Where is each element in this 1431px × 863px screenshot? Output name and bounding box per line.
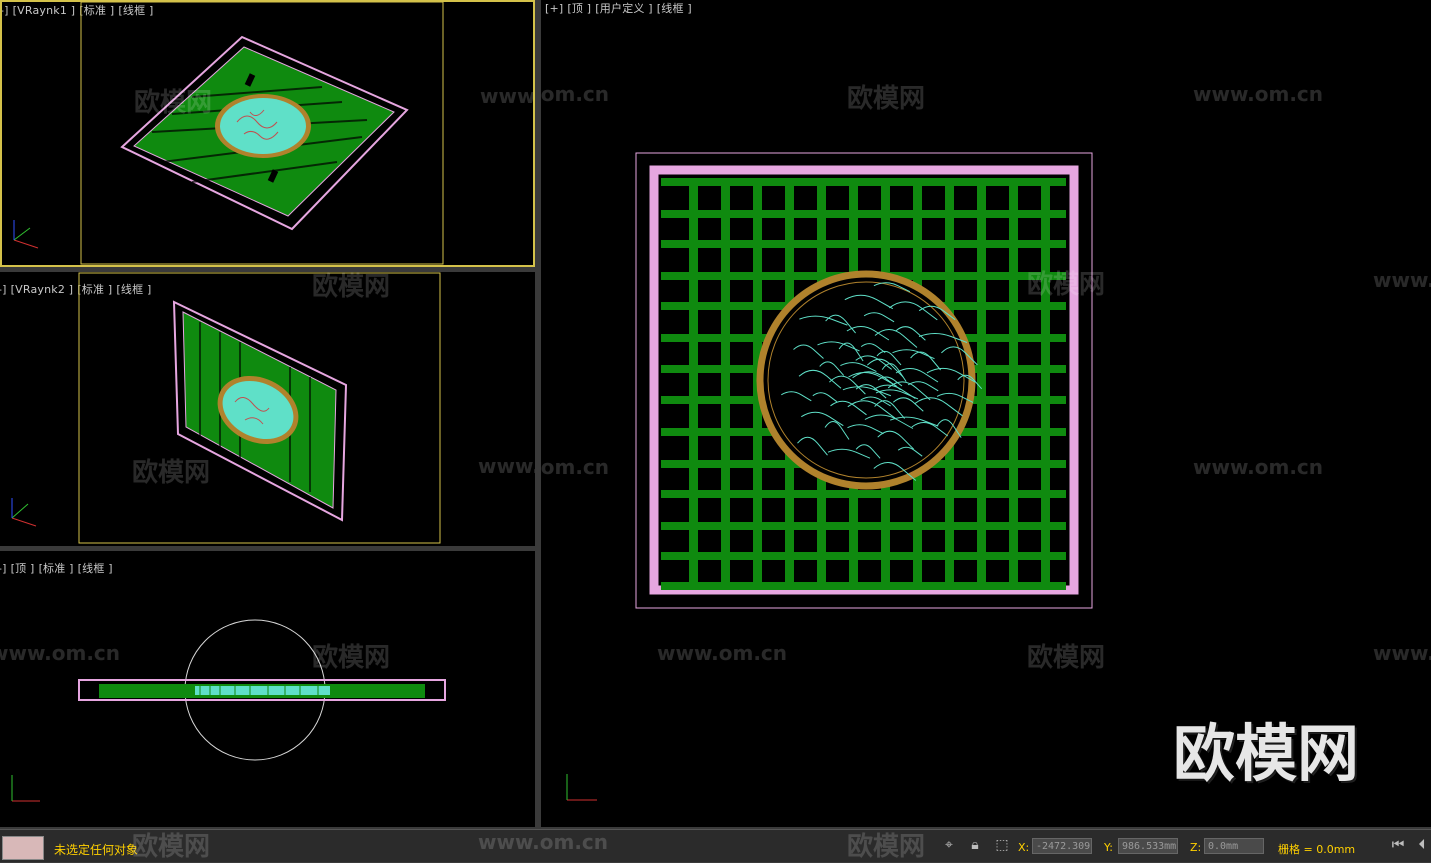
lattice-bar [661,490,1066,498]
z-coordinate-field[interactable]: 0.0mm [1204,838,1264,854]
y-coordinate-field[interactable]: 986.533mm [1118,838,1178,854]
axis-gizmo-icon [13,220,39,249]
lattice-bar [977,178,986,582]
grid-size: 栅格 = 0.0mm [1278,843,1356,856]
axis-gizmo-icon [566,774,597,801]
lattice-bar [661,240,1066,248]
status-bar: 未选定任何对象 欧模网 www.om.cn 欧模网 ⌖ 🔒︎ ⬚ X: -247… [0,829,1431,862]
goto-start-icon[interactable]: ⏮︎ [1390,837,1406,853]
viewport-vraynk1[interactable]: -][VRaynk1 ][标准 ][线框 ] 欧模网 www.om.cn [0,0,535,267]
lock-icon[interactable]: 🔒︎ [967,837,983,853]
y-label: Y: [1104,841,1113,854]
lattice-bar [721,178,730,582]
viewport-top-small[interactable]: -][顶 ][标准 ][线框 ] www.om.cn 欧模网 欧模网 [0,551,535,827]
selection-status: 未选定任何对象 [54,843,139,857]
status-color-swatch[interactable] [2,836,44,860]
viewport-vraynk2[interactable]: -][VRaynk2 ][标准 ][线框 ] 欧模网 欧模网 www.om.cn [0,272,535,546]
watermark: 欧模网 [132,832,211,862]
lattice-bar [661,552,1066,560]
selection-icon[interactable]: ⌖ [941,837,957,853]
z-label: Z: [1190,841,1202,854]
axis-gizmo-icon [11,498,37,527]
x-label: X: [1018,841,1030,854]
vp1-scene [13,2,444,265]
lattice-bar [1041,178,1050,582]
vp3-scene [11,619,446,802]
snap-icon[interactable]: ⬚ [994,837,1010,853]
axis-gizmo-icon [11,775,40,802]
x-coordinate-field[interactable]: -2472.309 [1032,838,1092,854]
vp2-scene [11,272,441,544]
lattice-bar [1009,178,1018,582]
viewport-top-main[interactable]: [+][顶 ][用户定义 ][线框 ] 欧模网 www.om.cn www.om… [541,0,1431,827]
prev-frame-icon[interactable]: ⏴︎ [1414,837,1430,853]
watermark: www.om.cn [478,830,609,854]
lattice-bar [661,210,1066,218]
watermark: 欧模网 [847,832,926,862]
lattice-bar [661,178,1066,186]
lattice-bar [661,522,1066,530]
lattice-bar [661,582,1066,590]
lattice-panel [566,152,1093,801]
lattice-bar [689,178,698,582]
